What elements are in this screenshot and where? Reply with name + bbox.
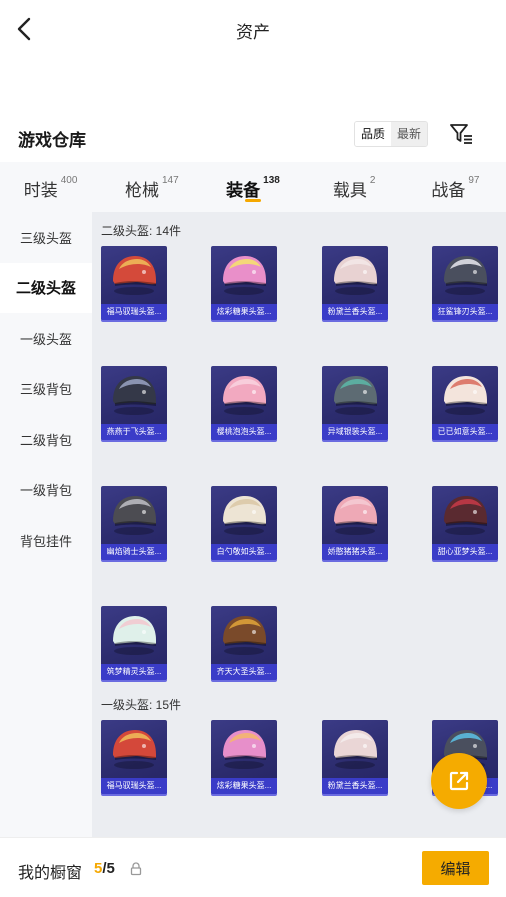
- item-grid[interactable]: 二级头盔: 14件 福马驭瑞头盔... 炫彩糖果头盔... 粉黛兰香头盔... 狂鲨锋刃…: [92, 212, 506, 837]
- sidebar-item-6[interactable]: 背包挂件: [0, 515, 92, 566]
- warehouse-title: 游戏仓库: [18, 131, 86, 150]
- tab-category-1[interactable]: 枪械 147: [101, 162, 202, 212]
- share-icon: [449, 771, 469, 791]
- tab-label: 枪械: [124, 181, 159, 200]
- item-name: 甜心亚梦头盔...: [432, 544, 498, 560]
- filter-icon: [450, 124, 472, 144]
- section-title: 一级头盔: 15件: [101, 698, 182, 712]
- sub-category-sidebar: 三级头盔 二级头盔 一级头盔 三级背包 二级背包 一级背包 背包挂件: [0, 212, 92, 837]
- tab-count: 147: [161, 175, 179, 186]
- sort-option-quality[interactable]: 品质: [355, 122, 392, 146]
- item-name: 狂鲨锋刃头盔...: [432, 304, 498, 320]
- item-name: 燕燕于飞头盔...: [101, 424, 167, 440]
- tab-label: 时装: [23, 181, 58, 200]
- showcase-count-total: 5: [106, 860, 115, 877]
- filter-button[interactable]: [448, 122, 474, 146]
- item-card[interactable]: 异域银装头盔...: [322, 366, 388, 440]
- sort-option-newest[interactable]: 最新: [391, 122, 428, 146]
- item-name: 娇憨猪猪头盔...: [322, 544, 388, 560]
- item-card[interactable]: 白勺敬如头盔...: [211, 486, 277, 560]
- item-card[interactable]: 狂鲨锋刃头盔...: [432, 246, 498, 320]
- tab-count: 2: [369, 175, 376, 186]
- item-name: 樱桃泡泡头盔...: [211, 424, 277, 440]
- item-card[interactable]: 粉黛兰香头盔...: [322, 720, 388, 794]
- helmet-icon: [101, 246, 167, 304]
- sidebar-item-5[interactable]: 一级背包: [0, 465, 92, 516]
- item-card[interactable]: 粉黛兰香头盔...: [322, 246, 388, 320]
- share-button[interactable]: [431, 753, 487, 809]
- item-card[interactable]: 福马驭瑞头盔...: [101, 246, 167, 320]
- item-name: 福马驭瑞头盔...: [101, 778, 167, 794]
- item-card[interactable]: 甜心亚梦头盔...: [432, 486, 498, 560]
- helmet-icon: [211, 366, 277, 424]
- section-title: 二级头盔: 14件: [101, 224, 182, 238]
- item-name: 炫彩糖果头盔...: [211, 778, 277, 794]
- page-title: 资产: [236, 23, 270, 42]
- item-name: 筑梦精灵头盔...: [101, 664, 167, 680]
- tab-count: 97: [468, 175, 480, 186]
- bottom-bar: 我的橱窗 5/5 编辑: [0, 837, 506, 897]
- item-card[interactable]: 齐天大圣头盔...: [211, 606, 277, 680]
- helmet-icon: [101, 366, 167, 424]
- helmet-icon: [211, 606, 277, 664]
- helmet-icon: [322, 720, 388, 778]
- helmet-icon: [432, 246, 498, 304]
- item-name: 幽焰骑士头盔...: [101, 544, 167, 560]
- sidebar-item-4[interactable]: 二级背包: [0, 414, 92, 465]
- item-card[interactable]: 福马驭瑞头盔...: [101, 720, 167, 794]
- sidebar-item-0[interactable]: 三级头盔: [0, 212, 92, 263]
- helmet-icon: [211, 246, 277, 304]
- tab-count: 400: [60, 175, 78, 186]
- showcase-label: 我的橱窗: [18, 865, 83, 882]
- sidebar-item-2[interactable]: 一级头盔: [0, 313, 92, 364]
- helmet-icon: [211, 486, 277, 544]
- tab-label: 战备: [431, 181, 466, 200]
- item-card[interactable]: 已已如意头盔...: [432, 366, 498, 440]
- helmet-icon: [432, 366, 498, 424]
- item-name: 粉黛兰香头盔...: [322, 778, 388, 794]
- helmet-icon: [322, 366, 388, 424]
- item-name: 白勺敬如头盔...: [211, 544, 277, 560]
- item-name: 炫彩糖果头盔...: [211, 304, 277, 320]
- item-name: 异域银装头盔...: [322, 424, 388, 440]
- tab-category-0[interactable]: 时装 400: [0, 162, 101, 212]
- item-card[interactable]: 筑梦精灵头盔...: [101, 606, 167, 680]
- sidebar-item-3[interactable]: 三级背包: [0, 364, 92, 415]
- showcase-count: 5/5: [94, 860, 115, 877]
- sort-toggle: 品质 最新: [354, 121, 429, 147]
- lock-icon: [130, 862, 142, 876]
- item-card[interactable]: 炫彩糖果头盔...: [211, 246, 277, 320]
- helmet-icon: [211, 720, 277, 778]
- item-name: 福马驭瑞头盔...: [101, 304, 167, 320]
- helmet-icon: [432, 486, 498, 544]
- helmet-icon: [322, 486, 388, 544]
- edit-button[interactable]: 编辑: [422, 851, 489, 885]
- sidebar-item-1[interactable]: 二级头盔: [0, 262, 92, 313]
- item-card[interactable]: 幽焰骑士头盔...: [101, 486, 167, 560]
- item-card[interactable]: 炫彩糖果头盔...: [211, 720, 277, 794]
- tab-category-3[interactable]: 载具 2: [304, 162, 405, 212]
- tab-count: 138: [263, 175, 280, 186]
- item-name: 齐天大圣头盔...: [211, 664, 277, 680]
- tab-active-indicator: [245, 199, 261, 202]
- item-card[interactable]: 娇憨猪猪头盔...: [322, 486, 388, 560]
- helmet-icon: [101, 606, 167, 664]
- tab-category-4[interactable]: 战备 97: [405, 162, 506, 212]
- helmet-icon: [101, 486, 167, 544]
- item-name: 已已如意头盔...: [432, 424, 498, 440]
- helmet-icon: [101, 720, 167, 778]
- top-bar: 资产: [0, 0, 506, 60]
- tab-label: 装备: [226, 181, 261, 200]
- item-card[interactable]: 樱桃泡泡头盔...: [211, 366, 277, 440]
- category-tabs: 时装 400 枪械 147 装备 138 载具 2 战备 97: [0, 162, 506, 212]
- tab-category-2[interactable]: 装备 138: [202, 162, 303, 212]
- item-name: 粉黛兰香头盔...: [322, 304, 388, 320]
- helmet-icon: [322, 246, 388, 304]
- warehouse-header: 游戏仓库 品质 最新: [0, 118, 506, 158]
- item-card[interactable]: 燕燕于飞头盔...: [101, 366, 167, 440]
- tab-label: 载具: [332, 181, 367, 200]
